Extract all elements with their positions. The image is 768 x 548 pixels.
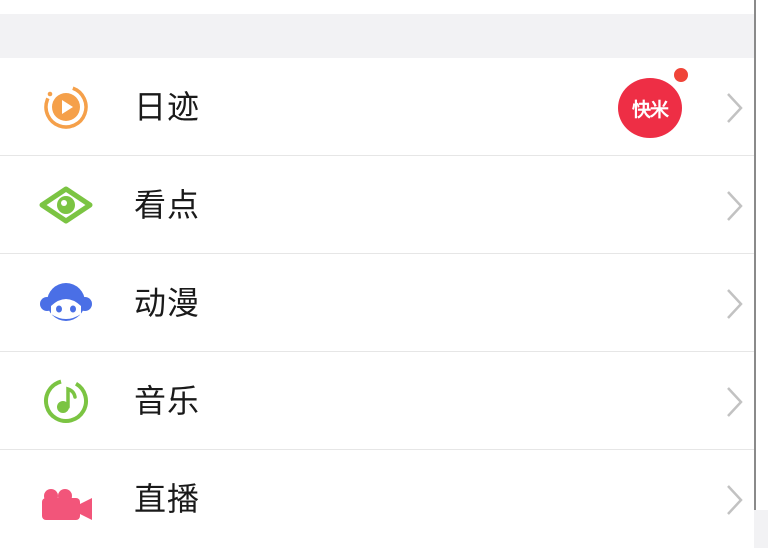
chevron-right-icon: [724, 91, 744, 125]
notification-dot: [672, 66, 690, 84]
menu-item-label: 音乐: [134, 382, 201, 420]
kuaimi-badge[interactable]: 快米: [618, 78, 682, 138]
menu-item-label: 直播: [134, 480, 201, 518]
menu-item-label: 看点: [134, 186, 201, 224]
device-frame-edge: [754, 0, 768, 510]
chevron-right-icon: [724, 385, 744, 419]
menu-item-label: 日迹: [134, 88, 201, 126]
chevron-right-icon: [724, 189, 744, 223]
menu-item-zhibo[interactable]: 直播: [0, 450, 754, 548]
anime-character-icon: [38, 280, 94, 326]
chevron-right-icon: [724, 483, 744, 517]
menu-item-kandian[interactable]: 看点: [0, 156, 754, 254]
music-note-icon: [38, 378, 94, 424]
eye-icon: [38, 182, 94, 228]
menu-item-dongman[interactable]: 动漫: [0, 254, 754, 352]
top-strip: [0, 0, 754, 14]
menu-item-riji[interactable]: 日迹 快米: [0, 58, 754, 156]
riji-clock-play-icon: [38, 84, 94, 130]
live-camera-icon: [38, 476, 94, 522]
menu-item-yinyue[interactable]: 音乐: [0, 352, 754, 450]
menu-item-label: 动漫: [134, 284, 201, 322]
menu-list: 日迹 快米 看点 动漫 音乐 直播: [0, 58, 754, 548]
chevron-right-icon: [724, 287, 744, 321]
section-gap: [0, 14, 754, 58]
